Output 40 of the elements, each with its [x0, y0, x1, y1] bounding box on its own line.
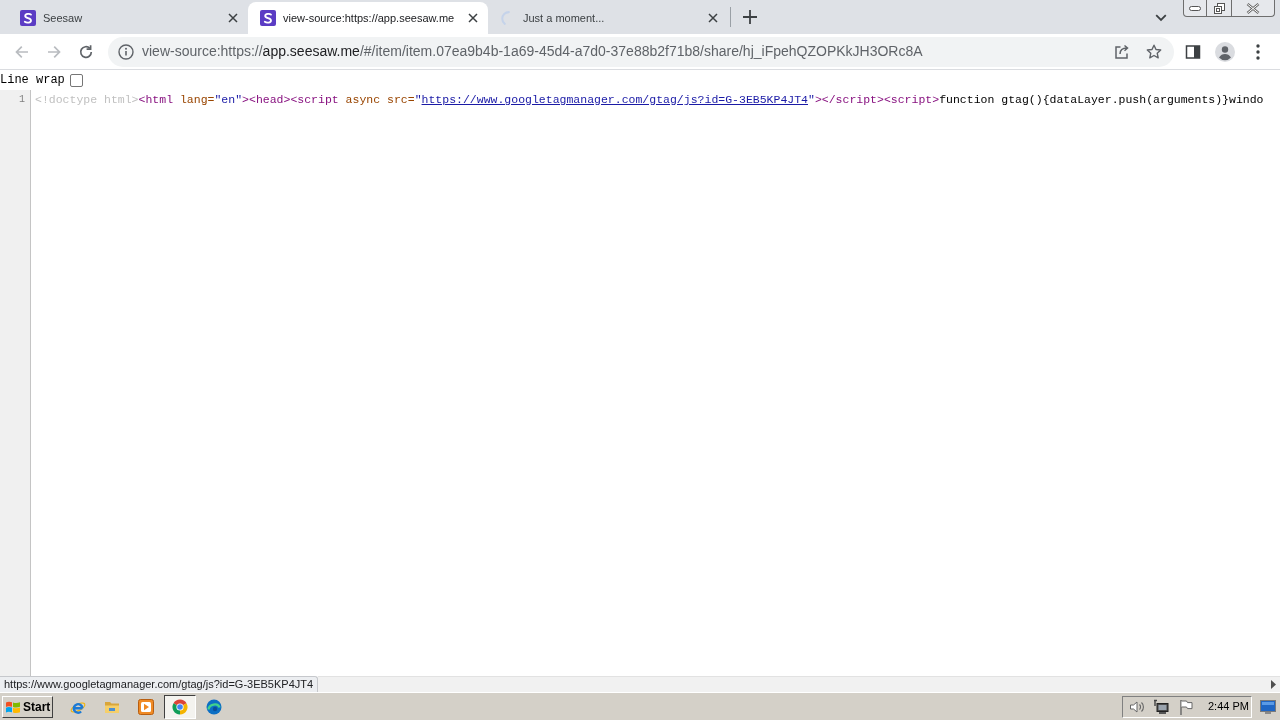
circle-browser-icon[interactable] [172, 698, 188, 715]
close-icon[interactable] [708, 13, 718, 23]
horizontal-scrollbar[interactable] [318, 676, 1280, 692]
source-code-line: <!doctype html><html lang="en"><head><script async src="https://www.googletagmanager.com/gtag/js?id=G-3EB5KP4JT4"></script><script>function gtag(){dataLayer.push(arguments)}windo [35, 92, 1264, 107]
minimize-button[interactable] [1183, 0, 1207, 17]
close-button[interactable] [1232, 0, 1275, 17]
plus-icon[interactable] [743, 10, 757, 24]
start-flag-icon [5, 699, 21, 714]
address-bar[interactable]: view-source:https://app.seesaw.me/#/item/item.07ea9b4b-1a69-45d4-a7d0-37e88b2f71b8/share/hj_iFpehQZOPKkJH3ORc8A [108, 36, 1174, 67]
browser-tab[interactable]: view-source:https://app.seesaw.me [248, 2, 488, 34]
restore-icon [1213, 2, 1225, 14]
side-panel-icon[interactable] [1185, 43, 1201, 60]
close-icon[interactable] [468, 13, 478, 23]
info-icon[interactable] [118, 43, 134, 60]
share-icon[interactable] [1114, 43, 1130, 60]
network-icon[interactable] [1153, 698, 1169, 715]
status-bubble: https://www.googletagmanager.com/gtag/js?id=G-3EB5KP4JT4 [0, 676, 319, 692]
close-icon[interactable] [228, 13, 238, 23]
flag-icon[interactable] [1179, 698, 1193, 715]
start-button[interactable]: Start [2, 695, 53, 718]
swirl-browser-icon[interactable] [206, 698, 222, 715]
chevron-down-icon[interactable] [1155, 13, 1167, 22]
restore-button[interactable] [1207, 0, 1232, 17]
star-icon[interactable] [1146, 43, 1162, 60]
profile-avatar-icon[interactable] [1215, 41, 1235, 62]
close-icon [1246, 2, 1260, 14]
reload-icon[interactable] [78, 43, 94, 60]
line-number: 1 [19, 93, 25, 107]
scroll-right-icon[interactable] [1271, 680, 1276, 689]
speaker-icon[interactable] [1129, 698, 1145, 715]
url-text[interactable]: view-source:https://app.seesaw.me/#/item/item.07ea9b4b-1a69-45d4-a7d0-37e88b2f71b8/share/hj_iFpehQZOPKkJH3ORc8A [142, 41, 1114, 62]
minimize-icon [1189, 5, 1201, 11]
more-menu-icon[interactable] [1256, 43, 1260, 60]
monitor-icon[interactable] [1260, 699, 1276, 714]
line-wrap-checkbox[interactable] [69, 73, 83, 87]
play-icon[interactable] [138, 698, 154, 715]
line-wrap-label: Line wrap [0, 73, 65, 87]
clock-text: 2:44 PM [1208, 699, 1249, 715]
taskbar-button[interactable] [164, 694, 196, 719]
source-link[interactable]: https://www.googletagmanager.com/gtag/js?id=G-3EB5KP4JT4 [421, 93, 808, 106]
